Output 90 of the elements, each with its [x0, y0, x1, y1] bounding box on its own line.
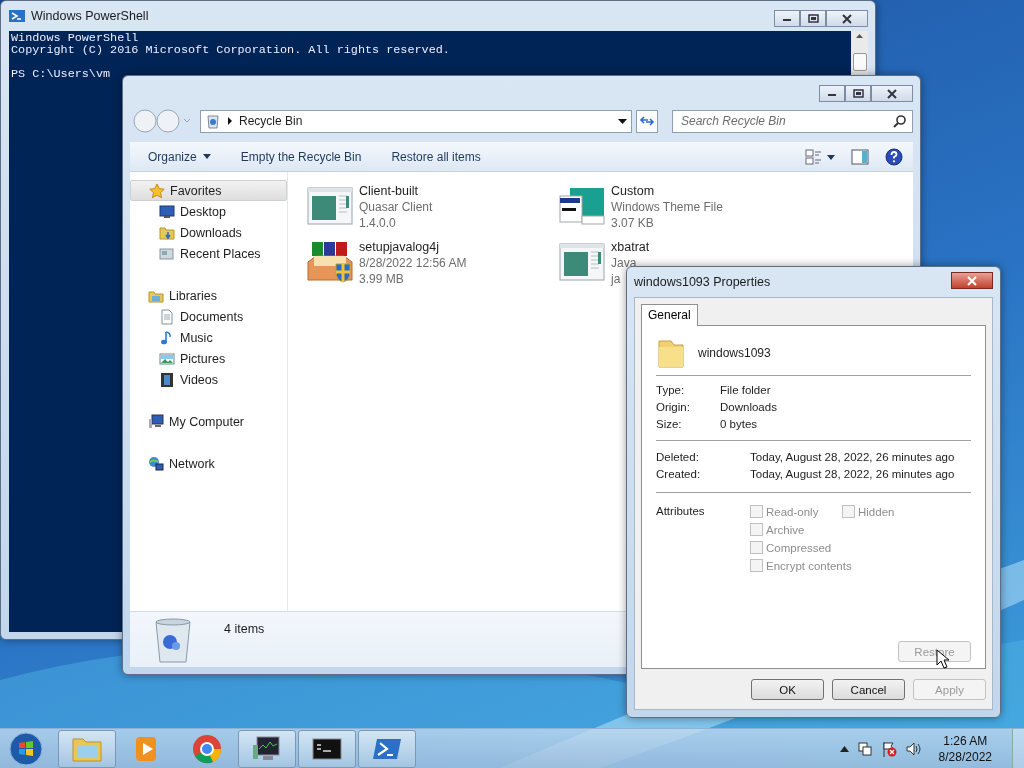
file-detail: 1.4.0.0 [359, 215, 397, 231]
item-name: windows1093 [698, 345, 771, 360]
property-label: Created: [656, 468, 702, 480]
refresh-button[interactable] [636, 109, 658, 133]
maximize-icon [807, 14, 819, 23]
file-name[interactable]: setupjavalog4j [359, 239, 467, 255]
nav-item[interactable]: Videos [130, 369, 287, 390]
chrome-icon [191, 732, 223, 765]
maximize-button[interactable] [845, 85, 871, 102]
file-detail: 3.99 MB [359, 271, 405, 287]
file-detail: Windows Theme File [611, 199, 723, 215]
file-detail: Java [611, 255, 638, 271]
command-button[interactable]: Empty the Recycle Bin [240, 149, 362, 164]
refresh-icon [639, 114, 655, 128]
tab[interactable]: General [641, 304, 698, 326]
property-label: Attributes [656, 505, 706, 519]
console-text: Copyright (C) 2016 Microsoft Corporation. All rights reserved. [11, 44, 451, 56]
dropdown-arrow-icon[interactable] [618, 118, 627, 124]
close-icon [841, 13, 853, 24]
file-detail: 8/28/2022 12:56 AM [359, 255, 467, 271]
property-label: Type: [656, 384, 686, 396]
close-button[interactable] [826, 10, 868, 27]
command-button[interactable]: Organize [148, 149, 211, 164]
property-label: Size: [656, 418, 683, 430]
breadcrumb[interactable]: Recycle Bin [239, 114, 303, 128]
help-icon[interactable] [885, 147, 903, 166]
console-text: Windows PowerShell [11, 32, 140, 44]
address-bar[interactable]: Recycle Bin [200, 109, 632, 133]
property-value: Today, August 28, 2022, 26 minutes ago [750, 468, 956, 480]
close-icon [886, 88, 898, 99]
file-detail: Quasar Client [359, 199, 433, 215]
nav-item[interactable]: Pictures [130, 348, 287, 369]
search-icon[interactable] [893, 113, 907, 128]
property-label: Origin: [656, 401, 691, 413]
view-options-icon[interactable] [805, 148, 835, 165]
dialog-button[interactable]: OK [751, 679, 824, 700]
preview-pane-icon[interactable] [851, 148, 869, 165]
caret-icon [202, 154, 211, 159]
item-count: 4 items [224, 622, 265, 636]
taskbar-button[interactable] [238, 729, 296, 768]
star-icon [149, 182, 165, 199]
network-icon[interactable] [856, 740, 873, 757]
console-prompt: PS C:\Users\vm [11, 68, 112, 80]
nav-item[interactable]: Downloads [130, 222, 287, 243]
recycle-bin-icon [152, 616, 194, 664]
chevron-icon [227, 117, 233, 125]
picture-icon [159, 350, 175, 367]
show-hidden-icons[interactable] [839, 745, 849, 752]
close-button[interactable] [951, 272, 993, 289]
nav-item[interactable]: Libraries [130, 285, 287, 306]
command-button[interactable]: Restore all items [391, 149, 481, 164]
nav-item[interactable]: Desktop [130, 201, 287, 222]
document-icon [159, 308, 175, 325]
monitor-icon [159, 203, 175, 220]
maximize-icon [852, 89, 864, 98]
scroll-thumb[interactable] [852, 53, 867, 71]
file-name[interactable]: Custom [611, 183, 723, 199]
film-icon [159, 371, 175, 388]
nav-item[interactable]: My Computer [130, 411, 287, 432]
file-name[interactable]: xbatrat [611, 239, 650, 255]
nav-item[interactable]: Music [130, 327, 287, 348]
network-icon [148, 455, 164, 472]
nav-item[interactable]: Documents [130, 306, 287, 327]
close-icon [966, 275, 978, 286]
window-title: windows1093 Properties [634, 275, 771, 289]
file-detail: 3.07 KB [611, 215, 655, 231]
dialog-button[interactable]: Cancel [832, 679, 905, 700]
nav-item[interactable]: Favorites [130, 180, 287, 201]
property-value: File folder [720, 384, 772, 396]
close-button[interactable] [871, 85, 913, 102]
nav-item[interactable]: Recent Places [130, 243, 287, 264]
window-title: Windows PowerShell [31, 9, 149, 23]
minimize-button[interactable] [774, 10, 800, 27]
maximize-button[interactable] [800, 10, 826, 27]
property-label: Deleted: [656, 451, 700, 463]
computer-icon [148, 413, 164, 430]
recycle-bin-icon [205, 113, 221, 129]
taskbar-button[interactable] [298, 729, 356, 768]
search-field[interactable]: Search Recycle Bin [672, 109, 913, 133]
minimize-button[interactable] [819, 85, 845, 102]
nav-item[interactable]: Network [130, 453, 287, 474]
file-name[interactable]: Client-built [359, 183, 433, 199]
property-value: Downloads [720, 401, 778, 413]
scroll-up-icon[interactable] [855, 33, 864, 39]
property-value: 0 bytes [720, 418, 759, 430]
property-value: Today, August 28, 2022, 26 minutes ago [750, 451, 956, 463]
speaker-icon[interactable] [904, 740, 921, 757]
clock[interactable]: 1:26 AM 8/28/2022 [938, 732, 992, 765]
flag-icon[interactable] [880, 740, 897, 757]
powershell-icon [9, 9, 25, 23]
